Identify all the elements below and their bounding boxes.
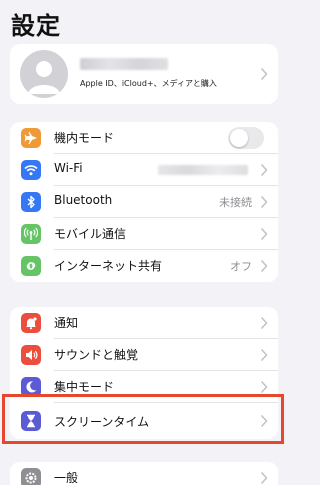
- hourglass-icon: [21, 411, 41, 431]
- general-row[interactable]: 一般: [10, 462, 278, 485]
- blurred-network-name: [158, 165, 248, 175]
- page-title: 設定: [11, 12, 61, 40]
- bluetooth-status: 未接続: [219, 196, 252, 209]
- wifi-label: Wi-Fi: [54, 161, 83, 175]
- notifications-group: 通知 サウンドと触覚 集中モード スクリーンタイム: [10, 307, 278, 439]
- speaker-icon: [21, 345, 41, 365]
- profile-subtitle: Apple ID、iCloud+、メディアと購入: [80, 79, 217, 88]
- chevron-right-icon: [260, 67, 268, 81]
- sounds-label: サウンドと触覚: [54, 348, 139, 362]
- bluetooth-label: Bluetooth: [54, 193, 113, 207]
- toggle-knob: [230, 129, 248, 147]
- notifications-label: 通知: [54, 316, 79, 330]
- hotspot-row[interactable]: インターネット共有 オフ: [10, 250, 278, 282]
- antenna-icon: [21, 224, 41, 244]
- screen-time-row[interactable]: スクリーンタイム: [10, 403, 278, 439]
- settings-screen: 設定 Apple ID、iCloud+、メディアと購入 機内モード Wi-Fi …: [0, 0, 288, 485]
- avatar: [20, 50, 68, 98]
- bell-icon: [21, 313, 41, 333]
- cellular-label: モバイル通信: [54, 227, 127, 241]
- cellular-row[interactable]: モバイル通信: [10, 218, 278, 250]
- airplane-mode-row: 機内モード: [10, 122, 278, 154]
- chevron-right-icon: [260, 380, 268, 394]
- wifi-row[interactable]: Wi-Fi: [10, 154, 278, 186]
- sounds-row[interactable]: サウンドと触覚: [10, 339, 278, 371]
- general-label: 一般: [54, 471, 79, 485]
- chevron-right-icon: [260, 195, 268, 209]
- wifi-icon: [21, 160, 41, 180]
- moon-icon: [21, 377, 41, 397]
- apple-id-row[interactable]: Apple ID、iCloud+、メディアと購入: [10, 44, 278, 104]
- airplane-icon: [21, 128, 41, 148]
- bluetooth-row[interactable]: Bluetooth 未接続: [10, 186, 278, 218]
- profile-group: Apple ID、iCloud+、メディアと購入: [10, 44, 278, 104]
- chevron-right-icon: [260, 163, 268, 177]
- general-group: 一般: [10, 462, 278, 485]
- chevron-right-icon: [260, 348, 268, 362]
- chevron-right-icon: [260, 316, 268, 330]
- bluetooth-icon: [21, 192, 41, 212]
- chevron-right-icon: [260, 414, 268, 428]
- airplane-mode-label: 機内モード: [54, 131, 115, 145]
- focus-row[interactable]: 集中モード: [10, 371, 278, 403]
- screen-time-label: スクリーンタイム: [54, 415, 150, 429]
- gear-icon: [21, 468, 41, 485]
- chevron-right-icon: [260, 227, 268, 241]
- chevron-right-icon: [260, 471, 268, 485]
- focus-label: 集中モード: [54, 380, 115, 394]
- hotspot-label: インターネット共有: [54, 259, 163, 273]
- airplane-mode-toggle[interactable]: [228, 127, 264, 149]
- chevron-right-icon: [260, 259, 268, 273]
- notifications-row[interactable]: 通知: [10, 307, 278, 339]
- hotspot-status: オフ: [230, 260, 252, 273]
- blurred-account-name: [80, 58, 168, 70]
- link-icon: [21, 256, 41, 276]
- connectivity-group: 機内モード Wi-Fi Bluetooth 未接続 モバイル通信 インターネット…: [10, 122, 278, 282]
